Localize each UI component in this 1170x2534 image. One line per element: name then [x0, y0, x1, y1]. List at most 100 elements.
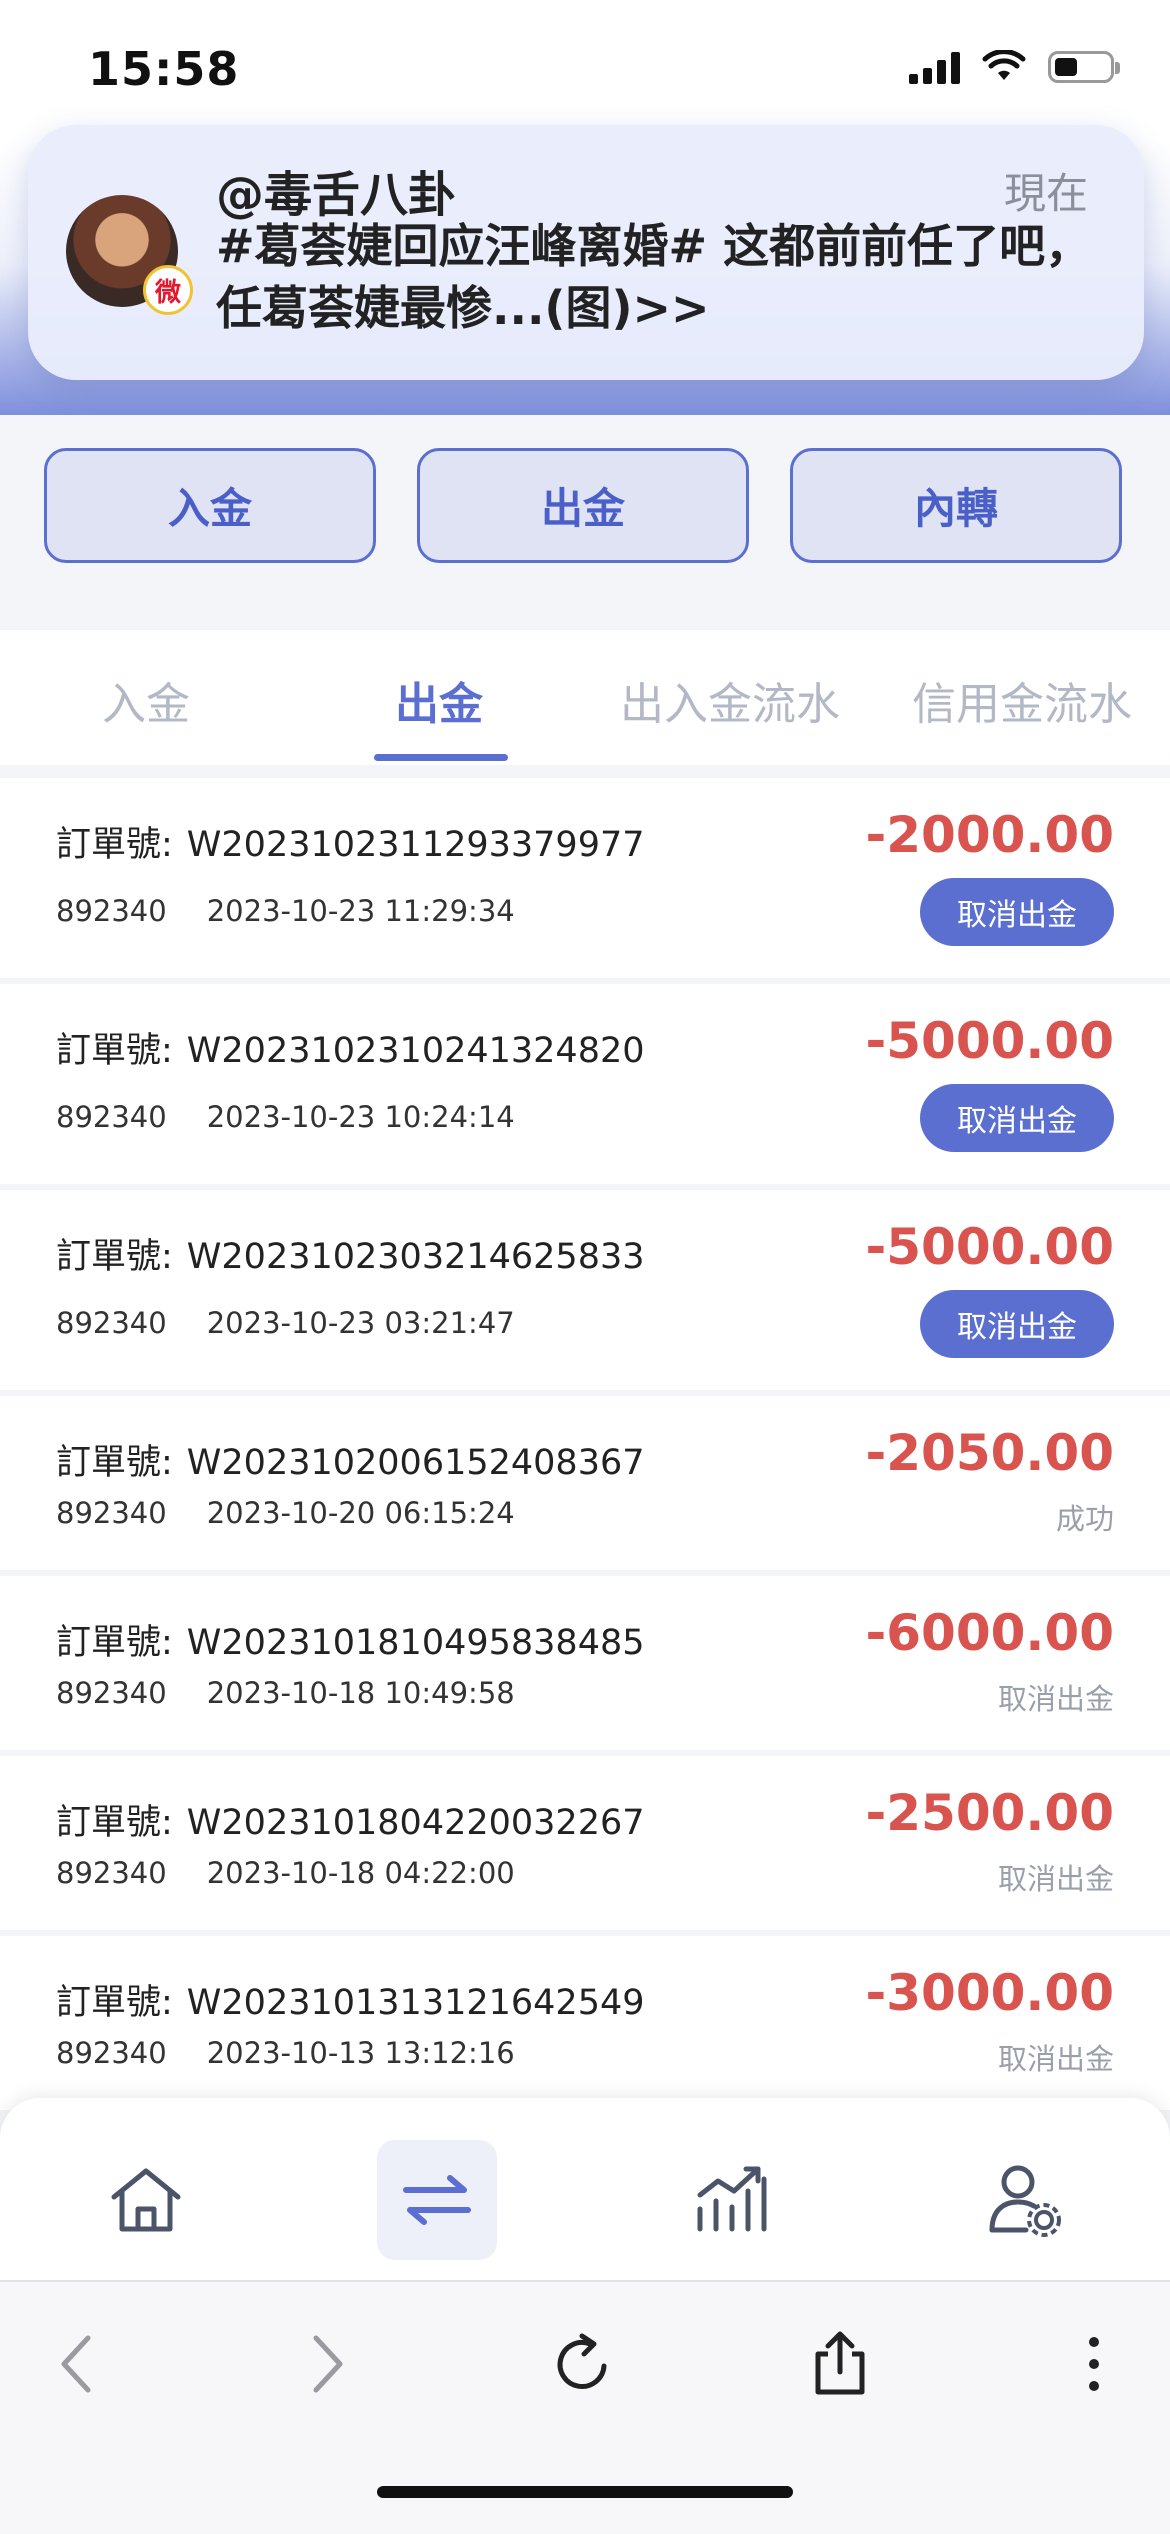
notification-body: #葛荟婕回应汪峰离婚# 这都前前任了吧，任葛荟婕最惨...(图)>> [216, 219, 1092, 335]
record-row: 訂單號: W2023101810495838485 892340 2023-10-18… [0, 1576, 1170, 1750]
share-icon [815, 2331, 865, 2395]
record-row: 訂單號: W2023101804220032267 892340 2023-10-18… [0, 1756, 1170, 1930]
account-id: 892340 [56, 1306, 167, 1340]
record-status: 取消出金 [997, 1862, 1114, 1896]
order-number: 訂單號: W2023101804220032267 [56, 1794, 645, 1845]
cancel-withdraw-button[interactable]: 取消出金 [920, 1084, 1114, 1152]
bottom-nav [0, 2098, 1170, 2280]
record-meta: 892340 2023-10-18 10:49:58 [56, 1676, 515, 1710]
more-vertical-icon [1089, 2337, 1099, 2391]
record-row: 訂單號: W2023102311293379977 892340 2023-10-23… [0, 778, 1170, 978]
cancel-withdraw-button[interactable]: 取消出金 [920, 878, 1114, 946]
account-id: 892340 [56, 1496, 167, 1530]
record-meta: 892340 2023-10-23 10:24:14 [56, 1100, 515, 1134]
order-number-value: W2023102303214625833 [186, 1237, 645, 1277]
withdraw-amount: -2500.00 [865, 1784, 1115, 1842]
home-icon [111, 2168, 181, 2232]
order-number: 訂單號: W2023102311293379977 [56, 816, 645, 867]
tab-withdraw[interactable]: 出金 [395, 668, 483, 732]
record-meta: 892340 2023-10-23 11:29:34 [56, 894, 515, 928]
record-row: 訂單號: W2023101313121642549 892340 2023-10-13… [0, 1936, 1170, 2110]
transfer-icon [403, 2175, 471, 2225]
order-number-label: 訂單號: [56, 1623, 173, 1663]
record-datetime: 2023-10-13 13:12:16 [206, 2036, 515, 2070]
order-number: 訂單號: W2023102310241324820 [56, 1022, 645, 1073]
order-number-value: W2023101804220032267 [186, 1803, 645, 1843]
reload-icon [557, 2333, 607, 2389]
wifi-icon [982, 50, 1026, 80]
record-status: 取消出金 [997, 1682, 1114, 1716]
account-id: 892340 [56, 1100, 167, 1134]
cellular-signal-icon [909, 50, 960, 84]
record-status: 取消出金 [997, 2042, 1114, 2076]
account-id: 892340 [56, 1676, 167, 1710]
nav-market[interactable] [670, 2140, 790, 2260]
browser-back-button[interactable] [36, 2324, 116, 2404]
record-datetime: 2023-10-20 06:15:24 [206, 1496, 515, 1530]
user-settings-icon [989, 2165, 1061, 2237]
home-indicator[interactable] [377, 2486, 793, 2498]
order-number-label: 訂單號: [56, 1803, 173, 1843]
record-status: 成功 [1055, 1502, 1114, 1536]
withdraw-amount: -5000.00 [865, 1218, 1115, 1276]
order-number: 訂單號: W2023102006152408367 [56, 1434, 645, 1485]
tab-bar: 入金 出金 出入金流水 信用金流水 [0, 630, 1170, 765]
action-buttons: 入金 出金 內轉 [0, 415, 1170, 630]
order-number: 訂單號: W2023102303214625833 [56, 1228, 645, 1279]
status-bar: 15:58 [0, 0, 1170, 140]
record-meta: 892340 2023-10-18 04:22:00 [56, 1856, 515, 1890]
status-time: 15:58 [88, 42, 240, 96]
push-notification[interactable]: 微 @毒舌八卦 現在 #葛荟婕回应汪峰离婚# 这都前前任了吧，任葛荟婕最惨...… [28, 125, 1144, 380]
order-number-value: W2023102006152408367 [186, 1443, 645, 1483]
record-meta: 892340 2023-10-13 13:12:16 [56, 2036, 515, 2070]
cancel-withdraw-button[interactable]: 取消出金 [920, 1290, 1114, 1358]
order-number-value: W2023101313121642549 [186, 1983, 645, 2023]
withdraw-amount: -3000.00 [865, 1964, 1115, 2022]
order-number-label: 訂單號: [56, 1983, 173, 2023]
browser-reload-button[interactable] [544, 2324, 624, 2404]
notification-time: 現在 [1003, 169, 1088, 218]
record-row: 訂單號: W2023102310241324820 892340 2023-10-23… [0, 984, 1170, 1184]
record-meta: 892340 2023-10-20 06:15:24 [56, 1496, 515, 1530]
chevron-left-icon [61, 2335, 91, 2393]
order-number-value: W2023102310241324820 [186, 1031, 645, 1071]
nav-home[interactable] [86, 2140, 206, 2260]
browser-forward-button[interactable] [288, 2324, 368, 2404]
record-row: 訂單號: W2023102303214625833 892340 2023-10-23… [0, 1190, 1170, 1390]
record-meta: 892340 2023-10-23 03:21:47 [56, 1306, 515, 1340]
order-number-value: W2023102311293379977 [186, 825, 645, 865]
order-number: 訂單號: W2023101810495838485 [56, 1614, 645, 1665]
nav-account[interactable] [964, 2140, 1084, 2260]
weibo-icon: 微 [143, 265, 193, 315]
order-number-label: 訂單號: [56, 1031, 173, 1071]
active-tab-indicator [374, 754, 508, 761]
tab-credit-flow[interactable]: 信用金流水 [912, 668, 1132, 732]
withdraw-amount: -5000.00 [865, 1012, 1115, 1070]
order-number-label: 訂單號: [56, 1443, 173, 1483]
record-datetime: 2023-10-23 10:24:14 [206, 1100, 515, 1134]
transfer-button[interactable]: 內轉 [790, 448, 1122, 563]
chevron-right-icon [313, 2335, 343, 2393]
record-datetime: 2023-10-23 11:29:34 [206, 894, 515, 928]
withdraw-amount: -2000.00 [865, 806, 1115, 864]
withdraw-button[interactable]: 出金 [417, 448, 749, 563]
withdraw-amount: -6000.00 [865, 1604, 1115, 1662]
account-id: 892340 [56, 1856, 167, 1890]
order-number-value: W2023101810495838485 [186, 1623, 645, 1663]
nav-transfer[interactable] [377, 2140, 497, 2260]
chart-icon [697, 2166, 767, 2232]
withdraw-amount: -2050.00 [865, 1424, 1115, 1482]
order-number-label: 訂單號: [56, 1237, 173, 1277]
battery-icon [1048, 51, 1120, 83]
browser-share-button[interactable] [800, 2324, 880, 2404]
browser-more-button[interactable] [1054, 2324, 1134, 2404]
withdraw-record-list: 訂單號: W2023102311293379977 892340 2023-10-23… [0, 778, 1170, 2116]
tab-deposit[interactable]: 入金 [102, 668, 190, 732]
record-datetime: 2023-10-23 03:21:47 [206, 1306, 515, 1340]
deposit-button[interactable]: 入金 [44, 448, 376, 563]
record-row: 訂單號: W2023102006152408367 892340 2023-10-20… [0, 1396, 1170, 1570]
tab-fund-flow[interactable]: 出入金流水 [620, 668, 840, 732]
account-id: 892340 [56, 894, 167, 928]
account-id: 892340 [56, 2036, 167, 2070]
record-datetime: 2023-10-18 10:49:58 [206, 1676, 515, 1710]
